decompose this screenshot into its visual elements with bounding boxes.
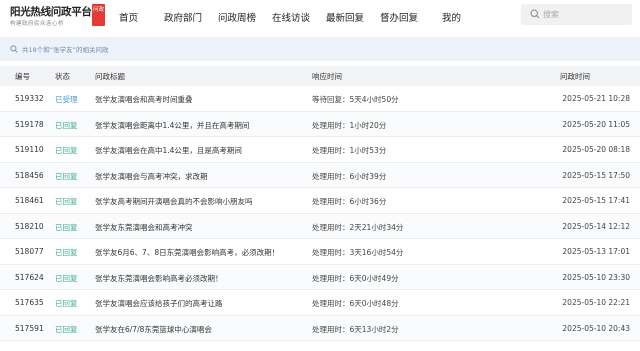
logo-seal: 问政 [92, 4, 105, 26]
petition-date: 2025-05-10 23:30 [562, 272, 630, 282]
response-time: 处理用时：6天13小时2分 [312, 324, 399, 334]
response-time: 处理用时：1小时53分 [312, 146, 387, 155]
table-header: 编号 状态 问政标题 响应时间 问政时间 [0, 66, 640, 86]
search-icon[interactable] [530, 9, 540, 19]
petition-id: 517635 [15, 298, 44, 307]
status-badge: 已回复 [55, 248, 78, 257]
petition-id: 518461 [15, 196, 44, 205]
column-header-id: 编号 [15, 72, 30, 81]
nav-item-supervised-replies[interactable]: 督办回复 [380, 10, 418, 24]
logo-subtitle: 构建政府民众连心桥 [10, 21, 65, 27]
response-time: 处理用时：1小时20分 [312, 120, 387, 130]
search-result-notice: 共18个和“张学友”的相关问政 [0, 37, 640, 61]
result-count-text: 共18个和“张学友”的相关问政 [22, 46, 109, 54]
table-row[interactable]: 518461 已回复 张学友高考期间开演唱会真的不会影响小朋友吗 处理用时：6小时36… [0, 188, 640, 214]
status-badge: 已回复 [55, 171, 78, 181]
response-time: 处理用时：6小时39分 [312, 171, 387, 181]
status-badge: 已回复 [55, 222, 78, 232]
petition-id: 517624 [15, 272, 44, 282]
table-row[interactable]: 518077 已回复 张学友6月6、7、8日东莞演唱会影响高考，必须改期！ 处理用时：… [0, 239, 640, 265]
logo-title: 阳光热线问政平台 [10, 6, 92, 18]
petition-date: 2025-05-15 17:50 [562, 170, 630, 180]
petition-title-link[interactable]: 张学友演唱会距离中1.4公里，并且在高考期间 [95, 120, 249, 131]
petition-date: 2025-05-20 08:18 [562, 145, 630, 154]
search-icon [10, 45, 18, 53]
table-row[interactable]: 519110 已回复 张学友演唱会在高中1.4公里，且是高考期间 处理用时：1小时53… [0, 137, 640, 163]
response-time: 处理用时：6天0小时49分 [312, 273, 399, 283]
petition-title-link[interactable]: 张学友演唱会在高中1.4公里，且是高考期间 [95, 145, 242, 156]
column-header-petition-time: 问政时间 [560, 72, 590, 81]
column-header-status: 状态 [55, 72, 70, 81]
petition-date: 2025-05-13 17:01 [562, 247, 630, 256]
petition-date: 2025-05-21 10:28 [562, 94, 630, 103]
petition-id: 519110 [15, 145, 44, 154]
table-row[interactable]: 518456 已回复 张学友演唱会与高考冲突，求改期 处理用时：6小时39分 2025-… [0, 162, 640, 188]
status-badge: 已回复 [55, 120, 78, 130]
petition-title-link[interactable]: 张学友东莞演唱会和高考冲突 [95, 222, 193, 233]
petition-date: 2025-05-15 17:41 [562, 196, 630, 205]
petition-title-link[interactable]: 张学友6月6、7、8日东莞演唱会影响高考，必须改期！ [95, 247, 279, 258]
nav-item-departments[interactable]: 政府部门 [164, 10, 202, 24]
petition-title-link[interactable]: 张学友东莞演唱会影响高考必须改期！ [95, 273, 223, 284]
search-input[interactable] [543, 7, 627, 22]
table-body: 519332 已受理 张学友演唱会和高考时间重叠 等待回复：5天4小时50分 2025-… [0, 86, 640, 341]
response-time: 等待回复：5天4小时50分 [312, 95, 399, 104]
column-header-title: 问政标题 [95, 72, 125, 81]
petition-id: 519178 [15, 119, 44, 129]
petition-date: 2025-05-10 20:43 [562, 323, 630, 333]
status-badge: 已回复 [55, 273, 78, 283]
column-header-response-time: 响应时间 [312, 72, 342, 81]
response-time: 处理用时：2天21小时34分 [312, 222, 404, 232]
status-badge: 已受理 [55, 95, 78, 104]
status-badge: 已回复 [55, 197, 78, 206]
nav-item-interviews[interactable]: 在线访谈 [272, 10, 310, 24]
top-navigation-bar: 阳光热线问政平台 构建政府民众连心桥 问政 首页 政府部门 问政周榜 在线访谈 … [0, 0, 640, 32]
nav-item-home[interactable]: 首页 [119, 10, 138, 24]
petition-date: 2025-05-10 22:21 [562, 298, 630, 307]
petition-id: 517591 [15, 323, 44, 333]
nav-item-latest-replies[interactable]: 最新回复 [326, 10, 364, 24]
response-time: 处理用时：3天16小时54分 [312, 248, 404, 257]
petition-title-link[interactable]: 张学友演唱会和高考时间重叠 [95, 94, 193, 105]
petition-title-link[interactable]: 张学友演唱会与高考冲突，求改期 [95, 171, 208, 182]
status-badge: 已回复 [55, 299, 78, 308]
petition-id: 519332 [15, 94, 44, 103]
petition-date: 2025-05-14 12:12 [562, 221, 630, 231]
petition-id: 518077 [15, 247, 44, 256]
search-box[interactable] [521, 4, 632, 25]
table-row[interactable]: 517591 已回复 张学友在6/7/8东莞篮球中心演唱会 处理用时：6天13小时2分… [0, 315, 640, 341]
petition-table: 编号 状态 问政标题 响应时间 问政时间 519332 已受理 张学友演唱会和高考时… [0, 66, 640, 341]
petition-date: 2025-05-20 11:05 [562, 119, 630, 129]
table-row[interactable]: 518210 已回复 张学友东莞演唱会和高考冲突 处理用时：2天21小时34分 2025… [0, 213, 640, 239]
petition-title-link[interactable]: 张学友高考期间开演唱会真的不会影响小朋友吗 [95, 196, 253, 207]
site-logo[interactable]: 阳光热线问政平台 构建政府民众连心桥 问政 [10, 4, 106, 30]
table-row[interactable]: 517624 已回复 张学友东莞演唱会影响高考必须改期！ 处理用时：6天0小时49分 2… [0, 264, 640, 290]
response-time: 处理用时：6小时36分 [312, 197, 387, 206]
response-time: 处理用时：6天0小时48分 [312, 299, 399, 308]
nav-item-weekly-ranking[interactable]: 问政周榜 [218, 10, 256, 24]
table-row[interactable]: 519332 已受理 张学友演唱会和高考时间重叠 等待回复：5天4小时50分 2025-… [0, 86, 640, 112]
petition-title-link[interactable]: 张学友在6/7/8东莞篮球中心演唱会 [95, 324, 212, 335]
status-badge: 已回复 [55, 324, 78, 334]
status-badge: 已回复 [55, 146, 78, 155]
petition-id: 518210 [15, 221, 44, 231]
nav-item-mine[interactable]: 我的 [442, 10, 461, 24]
table-row[interactable]: 517635 已回复 张学友演唱会应该给孩子们的高考让路 处理用时：6天0小时48分 2… [0, 290, 640, 316]
petition-id: 518456 [15, 170, 44, 180]
petition-title-link[interactable]: 张学友演唱会应该给孩子们的高考让路 [95, 298, 223, 309]
table-row[interactable]: 519178 已回复 张学友演唱会距离中1.4公里，并且在高考期间 处理用时：1小时2… [0, 111, 640, 137]
